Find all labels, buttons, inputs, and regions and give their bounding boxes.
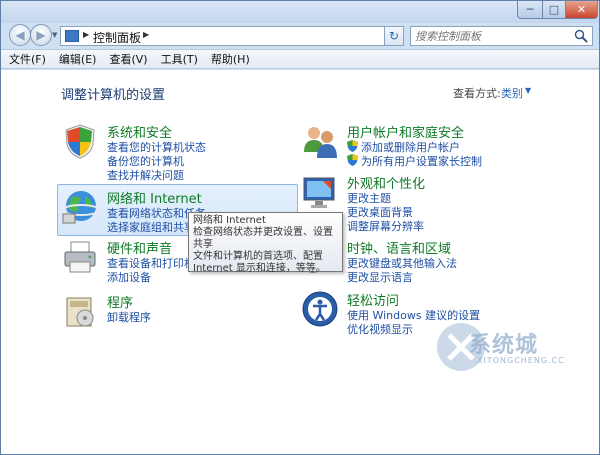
breadcrumb-chevron-icon[interactable]: ▶	[83, 30, 89, 39]
category-link[interactable]: 为所有用户设置家长控制	[361, 153, 482, 169]
title-bar[interactable]: ─ □ ✕	[1, 1, 599, 23]
tooltip-line: Internet 显示和连接，等等。	[193, 263, 326, 274]
network-globe-icon[interactable]	[61, 188, 99, 226]
printer-icon[interactable]	[61, 238, 99, 276]
uac-shield-icon	[347, 154, 358, 166]
content-pane: 调整计算机的设置 查看方式: 类别 ▼ 系统和安全 查看您的计算机状态 备份您的…	[1, 70, 599, 454]
uac-shield-icon	[347, 140, 358, 152]
menu-help[interactable]: 帮助(H)	[211, 51, 250, 67]
recent-pages-dropdown-icon[interactable]: ▼	[52, 31, 57, 39]
menu-view[interactable]: 查看(V)	[109, 51, 147, 67]
category-user-accounts: 用户帐户和家庭安全 添加或删除用户帐户 为所有用户设置家长控制	[301, 122, 551, 170]
category-link[interactable]: 更改显示语言	[347, 269, 413, 285]
search-input[interactable]	[415, 29, 569, 43]
breadcrumb-control-panel[interactable]: 控制面板	[93, 29, 141, 46]
menu-file[interactable]: 文件(F)	[9, 51, 46, 67]
users-icon[interactable]	[301, 122, 339, 160]
programs-icon[interactable]	[61, 292, 99, 330]
category-link[interactable]: 查找并解决问题	[107, 167, 184, 183]
display-icon[interactable]	[301, 173, 339, 211]
tooltip: 网络和 Internet 检查网络状态并更改设置、设置共享 文件和计算机的首选项…	[188, 212, 343, 274]
search-box[interactable]	[410, 26, 593, 46]
category-link[interactable]: 调整屏幕分辨率	[347, 218, 424, 234]
minimize-button[interactable]: ─	[517, 1, 543, 19]
shield-icon[interactable]	[61, 122, 99, 160]
category-system-security: 系统和安全 查看您的计算机状态 备份您的计算机 查找并解决问题	[61, 122, 281, 182]
tooltip-line: 检查网络状态并更改设置、设置共享	[193, 227, 333, 250]
forward-arrow-icon: ▶	[36, 28, 46, 42]
address-bar[interactable]: ▶ 控制面板 ▶ ▼	[60, 26, 431, 46]
view-by-dropdown[interactable]: 类别	[501, 85, 523, 101]
menu-bar: 文件(F) 编辑(E) 查看(V) 工具(T) 帮助(H)	[1, 49, 599, 69]
page-title: 调整计算机的设置	[61, 88, 166, 103]
control-panel-window: ─ □ ✕ ◀ ▶ ▼ ▶ 控制面板 ▶ ▼ ↻ 文件(F) 编辑(E) 查看(…	[0, 0, 600, 455]
refresh-button[interactable]: ↻	[384, 26, 404, 46]
maximize-button[interactable]: □	[542, 1, 566, 19]
navigation-bar: ◀ ▶ ▼ ▶ 控制面板 ▶ ▼ ↻	[1, 23, 599, 48]
ease-of-access-icon[interactable]	[301, 290, 339, 328]
menu-tools[interactable]: 工具(T)	[161, 51, 198, 67]
category-link[interactable]: 卸载程序	[107, 309, 151, 325]
control-panel-icon	[65, 30, 79, 42]
watermark-url: XITONGCHENG.CC	[477, 356, 565, 365]
forward-button[interactable]: ▶	[30, 24, 52, 46]
category-link[interactable]: 添加设备	[107, 269, 151, 285]
back-button[interactable]: ◀	[9, 24, 31, 46]
tooltip-line: 文件和计算机的首选项、配置	[193, 251, 323, 262]
breadcrumb-chevron-icon[interactable]: ▶	[143, 30, 149, 39]
refresh-icon: ↻	[388, 29, 400, 43]
menu-edit[interactable]: 编辑(E)	[59, 51, 97, 67]
category-programs: 程序 卸载程序	[61, 292, 281, 332]
close-button[interactable]: ✕	[565, 1, 598, 19]
search-icon[interactable]	[574, 29, 588, 43]
back-arrow-icon: ◀	[15, 28, 25, 42]
category-link[interactable]: 优化视频显示	[347, 321, 413, 337]
view-by-label: 查看方式:	[453, 87, 501, 100]
watermark-text: 系统城	[469, 333, 539, 358]
tooltip-line: 网络和 Internet	[193, 215, 266, 226]
view-by-dropdown-icon[interactable]: ▼	[525, 86, 531, 95]
